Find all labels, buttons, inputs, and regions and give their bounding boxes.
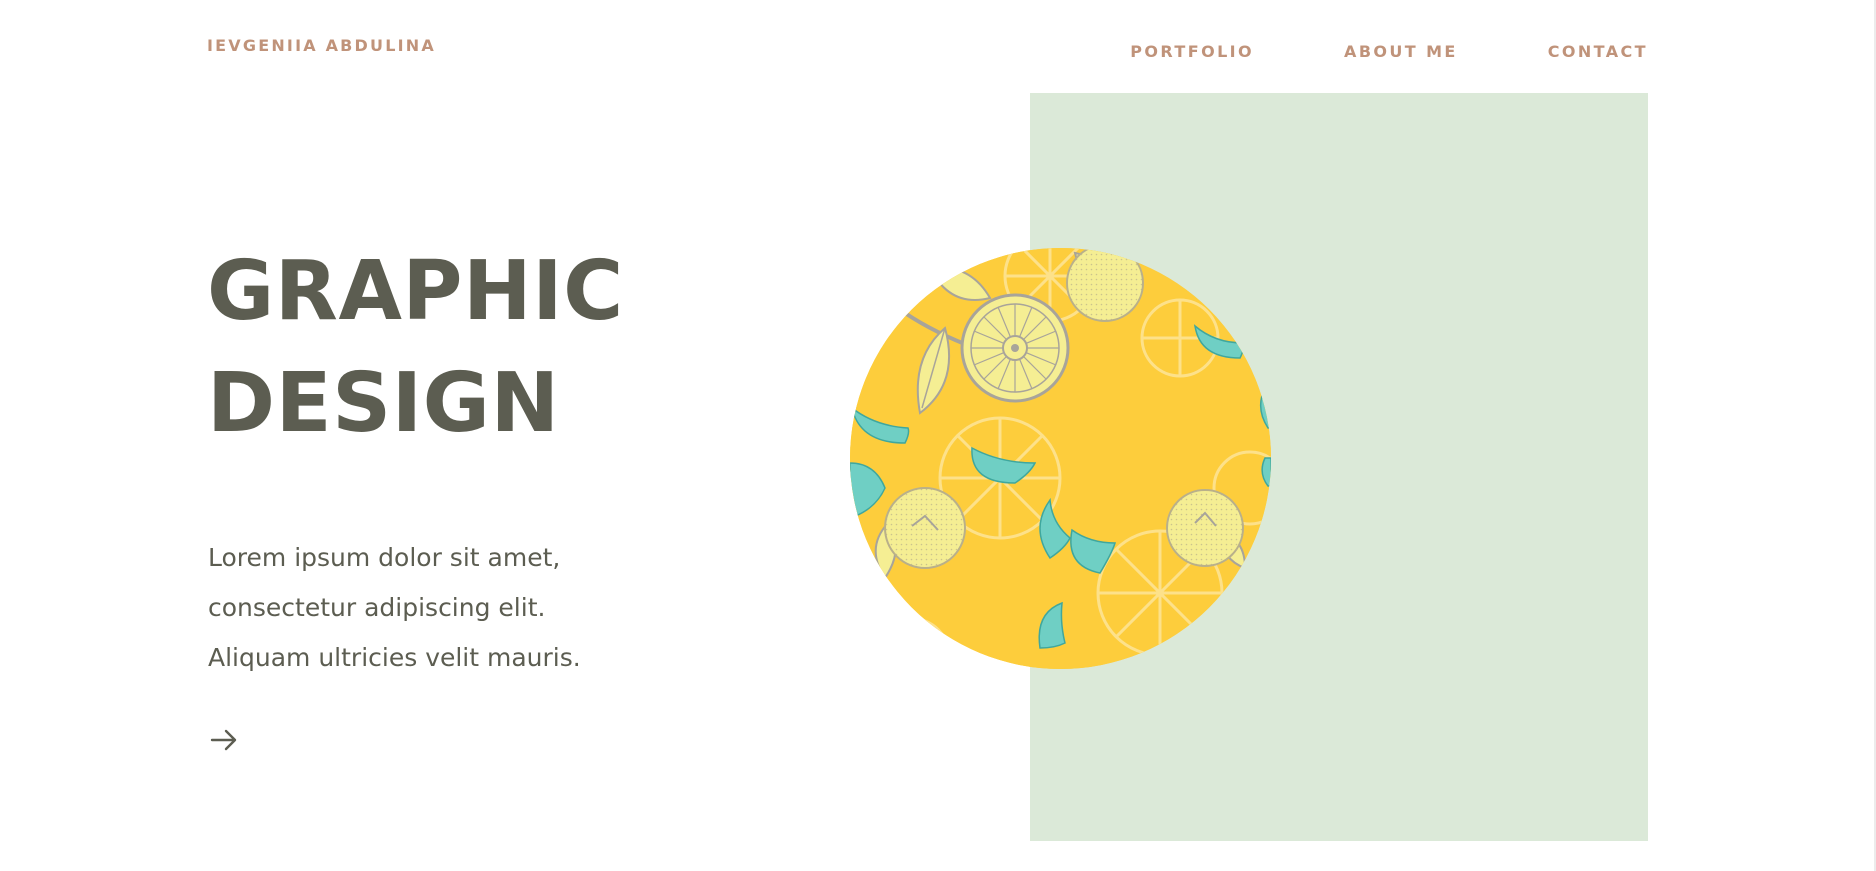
citrus-pattern-svg [850, 248, 1271, 669]
arrow-right-icon [210, 729, 237, 751]
hero-title-line: GRAPHIC [207, 244, 624, 339]
nav-contact[interactable]: CONTACT [1548, 42, 1648, 61]
hero-text-line: Lorem ipsum dolor sit amet, [208, 543, 561, 572]
detailed-citrus-slice [960, 293, 1070, 403]
hero-title-line: DESIGN [207, 356, 560, 451]
page: IEVGENIIA ABDULINA PORTFOLIO ABOUT ME CO… [0, 0, 1876, 871]
hero-title: GRAPHIC DESIGN [207, 236, 624, 460]
next-arrow-button[interactable] [208, 724, 240, 756]
hero-text-line: Aliquam ultricies velit mauris. [208, 643, 581, 672]
nav-about-me[interactable]: ABOUT ME [1344, 42, 1458, 61]
hero-description: Lorem ipsum dolor sit amet, consectetur … [208, 533, 728, 683]
main-nav: PORTFOLIO ABOUT ME CONTACT [1130, 42, 1648, 61]
citrus-pattern-illustration [850, 248, 1271, 669]
hero-text-line: consectetur adipiscing elit. [208, 593, 546, 622]
brand-logo[interactable]: IEVGENIIA ABDULINA [207, 36, 436, 55]
nav-portfolio[interactable]: PORTFOLIO [1130, 42, 1254, 61]
